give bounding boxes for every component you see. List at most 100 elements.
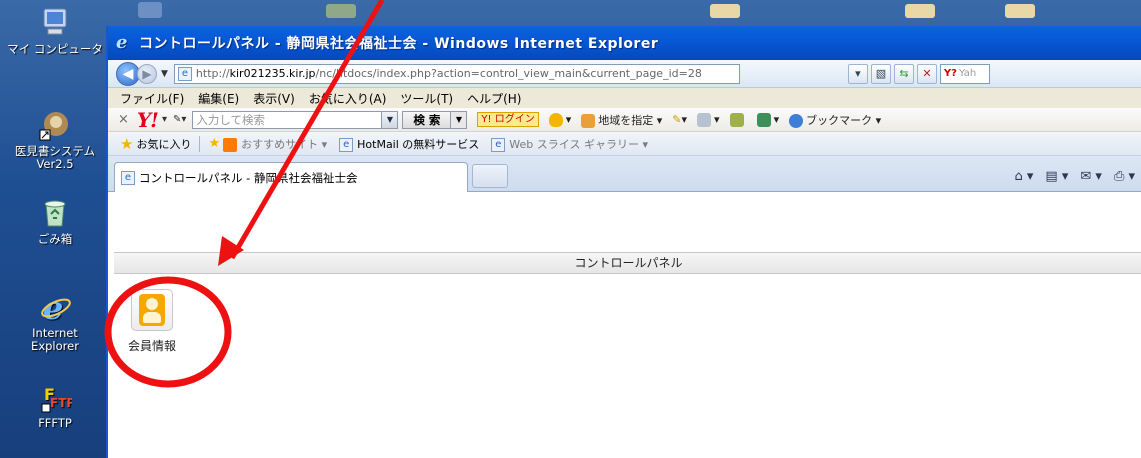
page-icon: e — [177, 66, 192, 81]
yahoo-login-button[interactable]: Y! ログイン — [477, 112, 539, 127]
menu-tools[interactable]: ツール(T) — [400, 90, 453, 107]
mail-icon[interactable]: ✉ ▾ — [1080, 169, 1102, 184]
menu-bar: ファイル(F) 編集(E) 表示(V) お気に入り(A) ツール(T) ヘルプ(… — [108, 88, 1141, 108]
page-icon: e — [491, 137, 506, 152]
control-panel-header: コントロールパネル — [114, 252, 1141, 274]
region-button[interactable]: 地域を指定 ▾ — [581, 112, 662, 128]
ie-window: e コントロールパネル - 静岡県社会福祉士会 - Windows Intern… — [106, 26, 1141, 458]
orange-site-icon — [223, 137, 238, 152]
my-computer-icon — [38, 6, 72, 40]
yahoo-logo[interactable]: Y! — [137, 108, 159, 132]
desktop-icon-label: 医見書システム Ver2.5 — [14, 144, 96, 171]
fav-item-recommended[interactable]: おすすめサイト ▾ — [223, 136, 327, 152]
add-favorite-icon[interactable]: ★ — [208, 136, 220, 151]
url-path: /nc/htdocs/index.php?action=control_view… — [315, 67, 702, 80]
member-info-tile[interactable] — [131, 289, 173, 331]
tool-button-1[interactable]: ▾ — [697, 112, 720, 127]
search-options-button[interactable]: ▼ — [451, 110, 468, 129]
ffftp-icon: F FTP — [38, 380, 75, 414]
tool-icon — [756, 112, 771, 127]
folder-icon — [905, 4, 935, 18]
yahoo-toolbar: × Y! ▾ ✎▾ 入力して検索 ▼ 検 索 ▼ Y! ログイン ▾ 地域を指定… — [108, 108, 1141, 132]
search-dropdown-button[interactable]: ▼ — [382, 110, 399, 129]
favorites-star-icon[interactable]: ★ — [120, 135, 133, 153]
app-shortcut-icon — [38, 108, 72, 142]
menu-edit[interactable]: 編集(E) — [198, 90, 239, 107]
page-icon: e — [121, 170, 135, 185]
search-provider-label: Yah — [958, 68, 977, 79]
recycle-bin-icon — [38, 196, 72, 230]
highlight-button[interactable]: ✎▾ — [672, 113, 687, 126]
desktop-icon-label: Internet Explorer — [31, 326, 79, 353]
highlighter-icon: ✎ — [672, 113, 682, 126]
new-tab-button[interactable] — [472, 164, 508, 188]
bookmark-icon — [789, 113, 804, 128]
menu-help[interactable]: ヘルプ(H) — [467, 90, 521, 107]
shield-icon — [548, 112, 563, 127]
window-titlebar[interactable]: e コントロールパネル - 静岡県社会福祉士会 - Windows Intern… — [108, 26, 1141, 60]
svg-text:FTP: FTP — [50, 396, 72, 410]
tab-label: コントロールパネル - 静岡県社会福祉士会 — [139, 170, 358, 185]
home-icon[interactable]: ⌂ ▾ — [1015, 169, 1034, 184]
fav-item-webslice[interactable]: e Web スライス ギャラリー ▾ — [491, 136, 648, 152]
close-toolbar-icon[interactable]: × — [118, 112, 129, 127]
desktop-top-strip — [110, 0, 1141, 22]
shield-menu[interactable]: ▾ — [548, 112, 571, 127]
search-provider-box[interactable]: Y? Yah — [939, 63, 990, 84]
member-info-button[interactable]: 会員情報 — [122, 289, 182, 354]
desktop-icon-label: ごみ箱 — [37, 232, 73, 246]
fav-item-hotmail[interactable]: e HotMail の無料サービス — [339, 136, 479, 152]
history-dropdown-icon[interactable]: ▼ — [161, 69, 168, 79]
url-prefix: http:// — [195, 67, 230, 80]
forward-button[interactable]: ▶ — [137, 63, 157, 84]
url-host: kir021235.kir.jp — [229, 67, 316, 80]
tool-button-3[interactable]: ▾ — [756, 112, 779, 127]
page-icon: e — [339, 137, 354, 152]
menu-view[interactable]: 表示(V) — [253, 90, 295, 107]
fav-item-label: Web スライス ギャラリー ▾ — [509, 137, 648, 151]
desktop-icon-label: マイ コンピュータ — [7, 42, 103, 56]
menu-favorites[interactable]: お気に入り(A) — [309, 90, 387, 107]
region-label: 地域を指定 — [598, 113, 654, 127]
menu-file[interactable]: ファイル(F) — [120, 90, 184, 107]
people-icon — [581, 113, 596, 128]
feeds-icon[interactable]: ▤ ▾ — [1045, 169, 1068, 184]
tab-control-panel[interactable]: e コントロールパネル - 静岡県社会福祉士会 — [114, 162, 468, 192]
tool-button-2[interactable] — [729, 112, 747, 127]
bookmark-button[interactable]: ブックマーク ▾ — [789, 112, 881, 128]
favorites-button[interactable]: お気に入り — [136, 136, 191, 152]
desktop-icon-my-computer[interactable]: マイ コンピュータ — [0, 6, 110, 56]
refresh-button[interactable]: ⇆ — [893, 63, 914, 84]
address-field[interactable]: e http://kir021235.kir.jp/nc/htdocs/inde… — [173, 63, 740, 84]
tool-icon — [697, 112, 712, 127]
desktop-icon-label: FFFTP — [38, 416, 72, 430]
favorites-bar: ★ お気に入り ★ おすすめサイト ▾ e HotMail の無料サービス e We… — [108, 132, 1141, 156]
fav-item-label: HotMail の無料サービス — [357, 137, 480, 151]
desktop-icon-recycle-bin[interactable]: ごみ箱 — [0, 196, 110, 246]
yahoo-search-input[interactable]: 入力して検索 — [192, 110, 383, 129]
bookmark-label: ブックマーク — [806, 113, 873, 127]
desktop-icon-ffftp[interactable]: F FTP FFFTP — [0, 380, 110, 430]
desktop-icon-app-shortcut[interactable]: 医見書システム Ver2.5 — [0, 108, 110, 171]
window-title: コントロールパネル - 静岡県社会福祉士会 - Windows Internet… — [139, 36, 659, 52]
stop-button[interactable]: ✕ — [916, 63, 937, 84]
fav-item-label: おすすめサイト ▾ — [241, 137, 328, 151]
ie-logo-icon: e — [116, 32, 128, 53]
desktop-icon-internet-explorer[interactable]: e Internet Explorer — [0, 289, 110, 353]
address-dropdown-button[interactable]: ▾ — [847, 63, 868, 84]
separator — [199, 135, 201, 152]
page-content: コントロールパネル 会員情報 — [108, 249, 1141, 458]
address-bar-row: ◀ ▶ ▼ e http://kir021235.kir.jp/nc/htdoc… — [108, 60, 1141, 88]
chevron-down-icon[interactable]: ▾ — [162, 114, 167, 125]
pen-icon[interactable]: ✎▾ — [173, 114, 186, 125]
folder-icon — [710, 4, 740, 18]
folder-icon — [1005, 4, 1035, 18]
compatibility-view-icon[interactable]: ▧ — [870, 63, 891, 84]
command-bar: ⌂ ▾ ▤ ▾ ✉ ▾ ⎙ ▾ — [1003, 161, 1141, 191]
tab-row: e コントロールパネル - 静岡県社会福祉士会 ⌂ ▾ ▤ ▾ ✉ ▾ ⎙ ▾ — [108, 156, 1141, 192]
print-icon[interactable]: ⎙ ▾ — [1114, 169, 1135, 184]
partial-desktop-icon — [138, 2, 162, 18]
tool-icon — [729, 112, 744, 127]
yahoo-search-button[interactable]: 検 索 — [402, 110, 452, 129]
internet-explorer-icon: e — [38, 289, 72, 327]
